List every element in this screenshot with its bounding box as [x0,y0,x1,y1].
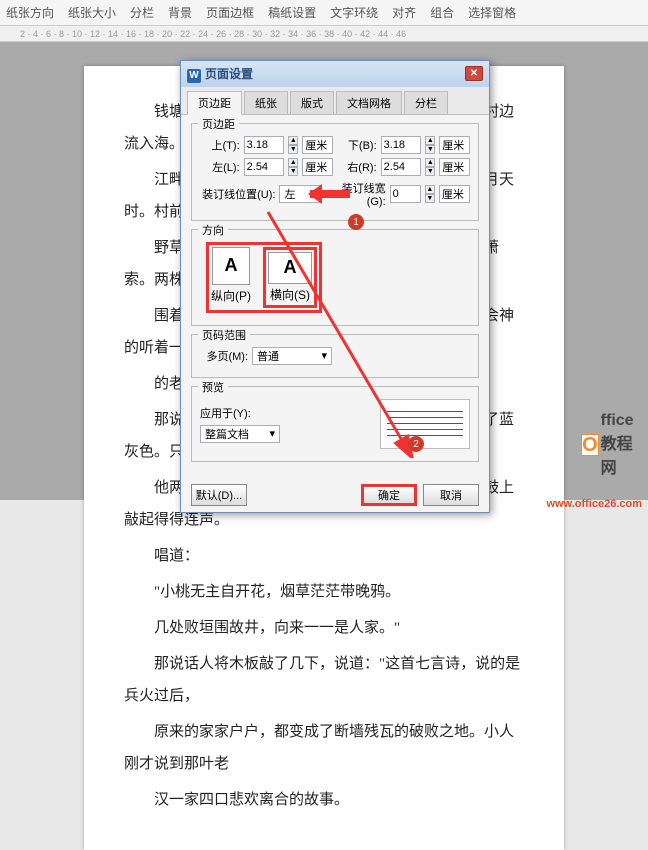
left-unit[interactable]: 厘米 [302,158,333,176]
left-input[interactable]: 2.54 [244,158,285,176]
spinner[interactable]: ▲▼ [425,136,435,154]
range-group: 页码范围 多页(M): 普通▾ [191,334,479,378]
multi-select[interactable]: 普通▾ [252,347,332,365]
dialog-body: 页边距 上(T): 3.18 ▲▼ 厘米 下(B): 3.18 ▲▼ 厘米 左(… [181,115,489,478]
callout-1: 1 [348,214,364,230]
tab-margin[interactable]: 页边距 [187,91,242,115]
watermark-icon: O [581,434,599,456]
ribbon-item[interactable]: 对齐 [392,4,416,21]
spinner[interactable]: ▲▼ [288,136,298,154]
doc-line: 那说话人将木板敲了几下，说道："这首七言诗，说的是兵火过后， [124,648,524,712]
doc-line: 几处败垣围故井，向来一一是人家。" [124,612,524,644]
dialog-button-row: 默认(D)... 确定 取消 [181,478,489,512]
ribbon-item[interactable]: 分栏 [130,4,154,21]
top-input[interactable]: 3.18 [244,136,285,154]
preview-thumbnail [380,399,470,449]
dialog-titlebar[interactable]: W 页面设置 ✕ [181,61,489,87]
orientation-highlight: A 纵向(P) A 横向(S) [206,242,322,313]
doc-line: 汉一家四口悲欢离合的故事。 [124,784,524,816]
multi-label: 多页(M): [200,348,248,364]
ribbon-item[interactable]: 背景 [168,4,192,21]
top-label: 上(T): [200,137,240,153]
orientation-group: 方向 A 纵向(P) A 横向(S) [191,229,479,326]
landscape-label: 横向(S) [270,286,310,303]
spinner[interactable]: ▲▼ [425,158,435,176]
tab-paper[interactable]: 纸张 [244,91,288,114]
ribbon-item[interactable]: 选择窗格 [468,4,516,21]
gutter-label: 装订线位置(U): [200,186,275,202]
portrait-icon: A [212,247,250,285]
ribbon-item[interactable]: 稿纸设置 [268,4,316,21]
doc-line: 原来的家家户户，都变成了断墙残瓦的破败之地。小人刚才说到那叶老 [124,716,524,780]
right-unit[interactable]: 厘米 [439,158,470,176]
apply-label: 应用于(Y): [200,405,260,421]
right-input[interactable]: 2.54 [381,158,422,176]
ribbon-toolbar: 纸张方向 纸张大小 分栏 背景 页面边框 稿纸设置 文字环绕 对齐 组合 选择窗… [0,0,648,26]
ribbon-item[interactable]: 文字环绕 [330,4,378,21]
dialog-tabs: 页边距 纸张 版式 文档网格 分栏 [181,87,489,115]
bottom-input[interactable]: 3.18 [381,136,422,154]
apply-select[interactable]: 整篇文档▾ [200,425,280,443]
page-setup-dialog: W 页面设置 ✕ 页边距 纸张 版式 文档网格 分栏 页边距 上(T): 3.18… [180,60,490,513]
ok-button[interactable]: 确定 [361,484,417,506]
preview-legend: 预览 [198,379,228,395]
close-icon[interactable]: ✕ [465,66,483,81]
range-legend: 页码范围 [198,327,250,343]
chevron-down-icon: ▾ [269,427,275,440]
portrait-button[interactable]: A 纵向(P) [211,247,251,308]
tab-grid[interactable]: 文档网格 [336,91,402,114]
orient-legend: 方向 [198,222,228,238]
gutterw-input[interactable]: 0 [390,185,421,203]
preview-group: 预览 应用于(Y): 整篇文档▾ [191,386,479,462]
callout-2: 2 [408,436,424,452]
bottom-unit[interactable]: 厘米 [439,136,470,154]
doc-line: 唱道： [124,540,524,572]
tab-columns[interactable]: 分栏 [404,91,448,114]
annotation-arrow-1 [310,190,360,210]
ribbon-item[interactable]: 纸张大小 [68,4,116,21]
watermark-text: ffice教程网 [601,412,638,478]
gutterw-unit[interactable]: 厘米 [439,185,470,203]
left-label: 左(L): [200,159,240,175]
landscape-highlight: A 横向(S) [263,247,317,308]
top-unit[interactable]: 厘米 [302,136,333,154]
landscape-icon: A [268,252,312,284]
right-label: 右(R): [337,159,377,175]
default-button[interactable]: 默认(D)... [191,484,247,506]
ribbon-item[interactable]: 纸张方向 [6,4,54,21]
chevron-down-icon: ▾ [321,349,327,362]
ribbon-item[interactable]: 组合 [430,4,454,21]
doc-line: "小桃无主自开花，烟草茫茫带晚鸦。 [124,576,524,608]
portrait-label: 纵向(P) [211,287,251,304]
ruler: 2 · 4 · 6 · 8 · 10 · 12 · 14 · 16 · 18 ·… [0,26,648,42]
app-icon: W [187,69,201,83]
landscape-button[interactable]: A 横向(S) [268,252,312,303]
cancel-button[interactable]: 取消 [423,484,479,506]
bottom-label: 下(B): [337,137,377,153]
margin-legend: 页边距 [198,116,239,132]
spinner[interactable]: ▲▼ [425,185,435,203]
dialog-title: 页面设置 [205,67,253,81]
ribbon-item[interactable]: 页面边框 [206,4,254,21]
spinner[interactable]: ▲▼ [288,158,298,176]
tab-layout[interactable]: 版式 [290,91,334,114]
